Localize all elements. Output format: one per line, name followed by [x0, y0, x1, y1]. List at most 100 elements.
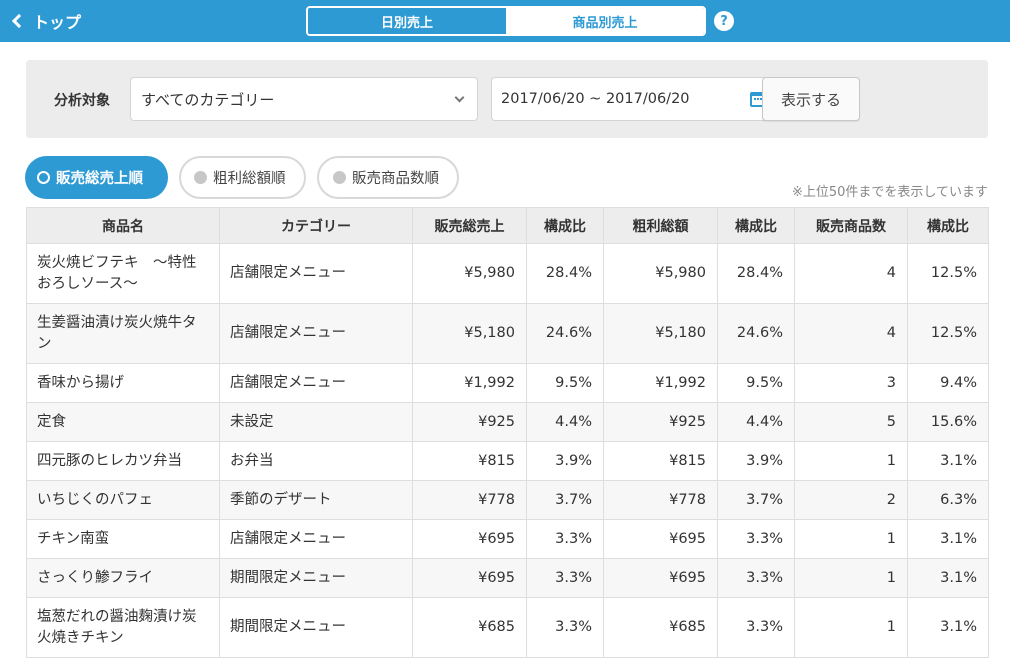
category-cell: 店舗限定メニュー: [219, 303, 413, 364]
table-row: 炭火焼ビフテキ 〜特性おろしソース〜 店舗限定メニュー ¥5,980 28.4%…: [26, 243, 989, 304]
sort-by-sales-button[interactable]: 販売総売上順: [25, 156, 168, 199]
quantity-ratio-cell: 12.5%: [907, 243, 989, 304]
table-row: 生姜醤油漬け炭火焼牛タン 店舗限定メニュー ¥5,180 24.6% ¥5,18…: [26, 303, 989, 364]
chevron-left-icon: [11, 13, 27, 29]
sales-ratio-cell: 3.3%: [526, 519, 604, 559]
product-name-cell: チキン南蛮: [26, 519, 220, 559]
gross-profit-cell: ¥5,180: [603, 303, 718, 364]
quantity-cell: 2: [794, 480, 908, 520]
quantity-cell: 5: [794, 402, 908, 442]
profit-ratio-cell: 3.7%: [717, 480, 795, 520]
sales-ratio-cell: 4.4%: [526, 402, 604, 442]
col-header-profit-ratio[interactable]: 構成比: [717, 207, 795, 244]
quantity-cell: 3: [794, 363, 908, 403]
quantity-ratio-cell: 3.1%: [907, 519, 989, 559]
col-header-category[interactable]: カテゴリー: [219, 207, 413, 244]
quantity-ratio-cell: 15.6%: [907, 402, 989, 442]
sales-ratio-cell: 3.3%: [526, 558, 604, 598]
total-sales-cell: ¥5,180: [412, 303, 527, 364]
table-row: 香味から揚げ 店舗限定メニュー ¥1,992 9.5% ¥1,992 9.5% …: [26, 363, 989, 403]
date-range-value: 2017/06/20 ~ 2017/06/20: [501, 91, 690, 107]
col-header-quantity-ratio[interactable]: 構成比: [907, 207, 989, 244]
quantity-cell: 1: [794, 519, 908, 559]
profit-ratio-cell: 3.3%: [717, 519, 795, 559]
product-name-cell: さっくり鯵フライ: [26, 558, 220, 598]
total-sales-cell: ¥815: [412, 441, 527, 481]
profit-ratio-cell: 3.3%: [717, 597, 795, 658]
table-row: 塩葱だれの醤油麹漬け炭火焼きチキン 期間限定メニュー ¥685 3.3% ¥68…: [26, 597, 989, 658]
chevron-down-icon: [454, 92, 465, 103]
radio-unselected-icon: [194, 171, 207, 184]
radio-unselected-icon: [333, 171, 346, 184]
gross-profit-cell: ¥685: [603, 597, 718, 658]
profit-ratio-cell: 4.4%: [717, 402, 795, 442]
total-sales-cell: ¥685: [412, 597, 527, 658]
product-name-cell: いちじくのパフェ: [26, 480, 220, 520]
top-50-note: ※上位50件までを表示しています: [791, 185, 988, 200]
back-to-top-button[interactable]: トップ: [11, 0, 82, 42]
product-name-cell: 塩葱だれの醤油麹漬け炭火焼きチキン: [26, 597, 220, 658]
sales-ratio-cell: 28.4%: [526, 243, 604, 304]
gross-profit-cell: ¥815: [603, 441, 718, 481]
show-button[interactable]: 表示する: [762, 77, 860, 121]
category-cell: 季節のデザート: [219, 480, 413, 520]
tab-daily-sales[interactable]: 日別売上: [308, 8, 506, 34]
product-name-cell: 四元豚のヒレカツ弁当: [26, 441, 220, 481]
quantity-ratio-cell: 12.5%: [907, 303, 989, 364]
gross-profit-cell: ¥778: [603, 480, 718, 520]
total-sales-cell: ¥1,992: [412, 363, 527, 403]
col-header-product-name[interactable]: 商品名: [26, 207, 220, 244]
total-sales-cell: ¥695: [412, 519, 527, 559]
product-name-cell: 炭火焼ビフテキ 〜特性おろしソース〜: [26, 243, 220, 304]
date-range-input[interactable]: 2017/06/20 ~ 2017/06/20: [491, 77, 779, 121]
col-header-quantity[interactable]: 販売商品数: [794, 207, 908, 244]
gross-profit-cell: ¥695: [603, 519, 718, 559]
col-header-total-sales[interactable]: 販売総売上: [412, 207, 527, 244]
profit-ratio-cell: 3.3%: [717, 558, 795, 598]
sales-ratio-cell: 3.7%: [526, 480, 604, 520]
filter-panel: 分析対象 すべてのカテゴリー 2017/06/20 ~ 2017/06/20 表…: [26, 60, 988, 138]
sort-by-gross-profit-button[interactable]: 粗利総額順: [179, 156, 306, 199]
category-cell: お弁当: [219, 441, 413, 481]
table-row: 定食 未設定 ¥925 4.4% ¥925 4.4% 5 15.6%: [26, 402, 989, 442]
quantity-ratio-cell: 6.3%: [907, 480, 989, 520]
product-name-cell: 生姜醤油漬け炭火焼牛タン: [26, 303, 220, 364]
gross-profit-cell: ¥925: [603, 402, 718, 442]
sales-ratio-cell: 3.3%: [526, 597, 604, 658]
quantity-cell: 1: [794, 441, 908, 481]
gross-profit-cell: ¥1,992: [603, 363, 718, 403]
top-bar: トップ 日別売上 商品別売上 ?: [0, 0, 1010, 42]
quantity-ratio-cell: 3.1%: [907, 441, 989, 481]
total-sales-cell: ¥925: [412, 402, 527, 442]
sort-by-sales-label: 販売総売上順: [56, 171, 143, 187]
sort-by-quantity-button[interactable]: 販売商品数順: [317, 156, 459, 199]
quantity-cell: 4: [794, 303, 908, 364]
sales-ratio-cell: 9.5%: [526, 363, 604, 403]
profit-ratio-cell: 9.5%: [717, 363, 795, 403]
sales-ratio-cell: 3.9%: [526, 441, 604, 481]
product-name-cell: 香味から揚げ: [26, 363, 220, 403]
help-icon[interactable]: ?: [714, 11, 734, 31]
table-row: 四元豚のヒレカツ弁当 お弁当 ¥815 3.9% ¥815 3.9% 1 3.1…: [26, 441, 989, 481]
category-cell: 未設定: [219, 402, 413, 442]
profit-ratio-cell: 28.4%: [717, 243, 795, 304]
col-header-gross-profit[interactable]: 粗利総額: [603, 207, 718, 244]
report-tab-switcher: 日別売上 商品別売上: [306, 6, 706, 36]
total-sales-cell: ¥695: [412, 558, 527, 598]
profit-ratio-cell: 24.6%: [717, 303, 795, 364]
quantity-cell: 1: [794, 558, 908, 598]
quantity-cell: 4: [794, 243, 908, 304]
tab-product-sales[interactable]: 商品別売上: [506, 8, 704, 34]
col-header-sales-ratio[interactable]: 構成比: [526, 207, 604, 244]
category-select-value: すべてのカテゴリー: [141, 90, 275, 109]
sort-by-quantity-label: 販売商品数順: [352, 171, 439, 187]
sales-ratio-cell: 24.6%: [526, 303, 604, 364]
product-sales-table: 商品名 カテゴリー 販売総売上 構成比 粗利総額 構成比 販売商品数 構成比 炭…: [26, 207, 989, 658]
category-select[interactable]: すべてのカテゴリー: [130, 77, 478, 121]
product-name-cell: 定食: [26, 402, 220, 442]
sort-by-gross-profit-label: 粗利総額順: [213, 171, 286, 187]
total-sales-cell: ¥778: [412, 480, 527, 520]
category-cell: 期間限定メニュー: [219, 558, 413, 598]
table-row: さっくり鯵フライ 期間限定メニュー ¥695 3.3% ¥695 3.3% 1 …: [26, 558, 989, 598]
back-label: トップ: [33, 13, 82, 32]
